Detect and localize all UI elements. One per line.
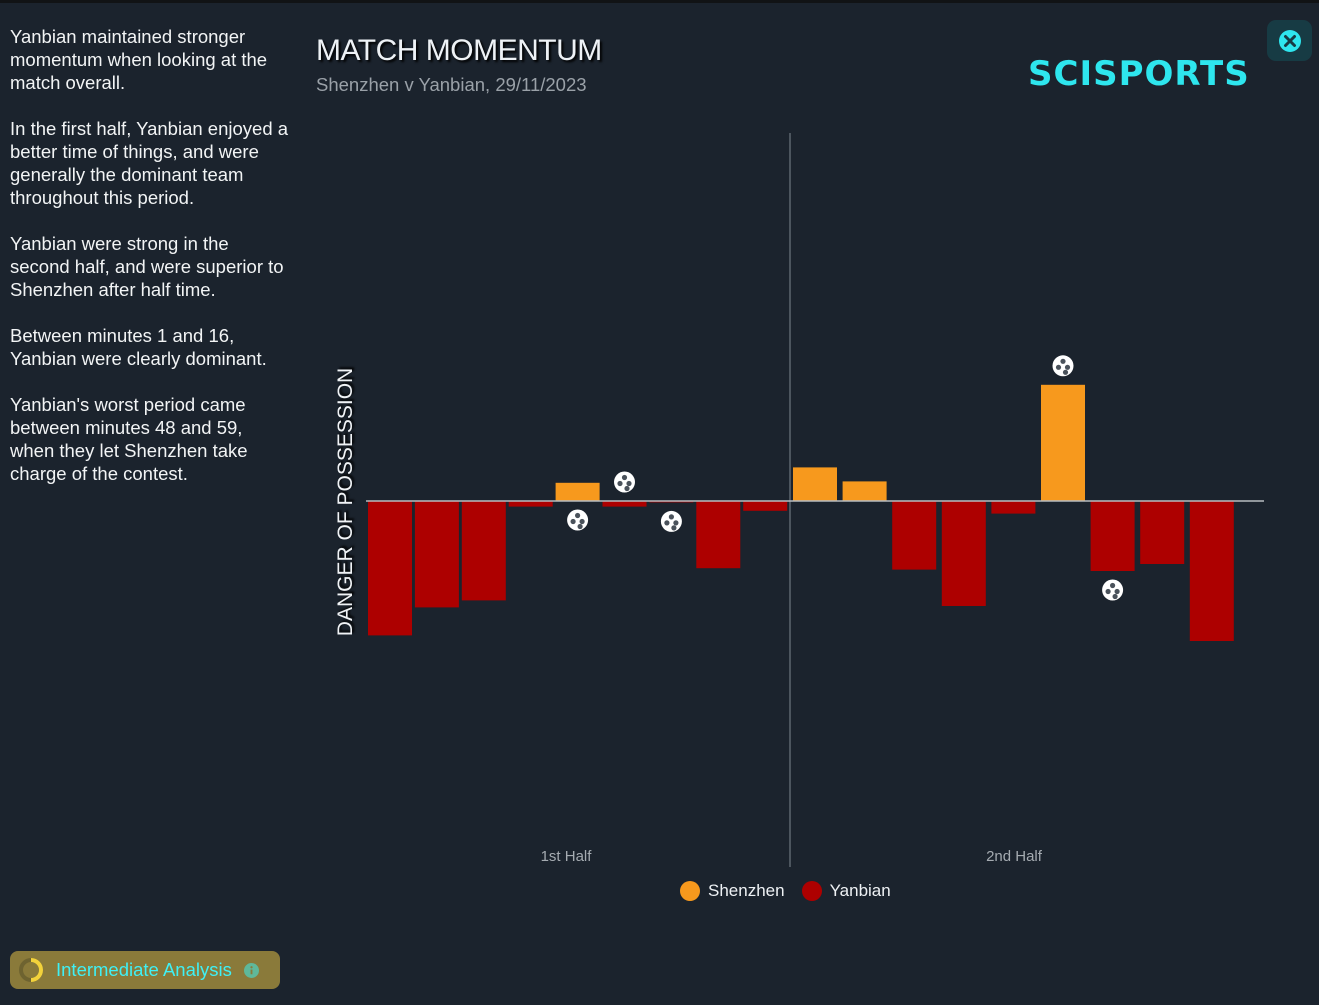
bar-yanbian[interactable] [461, 501, 506, 601]
legend-item-shenzhen[interactable]: Shenzhen [680, 881, 785, 901]
bar-yanbian[interactable] [1189, 501, 1234, 641]
bar-yanbian[interactable] [941, 501, 986, 606]
legend-item-yanbian[interactable]: Yanbian [801, 881, 891, 901]
bar-yanbian[interactable] [368, 501, 412, 636]
legend-swatch [680, 881, 700, 901]
analysis-level-badge[interactable]: Intermediate Analysis [10, 951, 280, 989]
bar-shenzhen[interactable] [1041, 384, 1085, 501]
badge-label: Intermediate Analysis [56, 959, 232, 980]
goal-ball-icon [614, 471, 635, 493]
bar-yanbian[interactable] [696, 501, 741, 569]
bar-yanbian[interactable] [991, 501, 1036, 514]
info-icon[interactable] [243, 962, 259, 978]
chart-legend: Shenzhen Yanbian [680, 881, 908, 901]
momentum-chart [366, 133, 1264, 867]
legend-swatch [801, 881, 822, 901]
bar-yanbian[interactable] [743, 501, 788, 511]
goal-ball-icon [660, 510, 682, 532]
bar-shenzhen[interactable] [842, 481, 887, 501]
bar-shenzhen[interactable] [555, 482, 600, 501]
legend-label: Yanbian [829, 881, 891, 900]
bar-yanbian[interactable] [1090, 501, 1135, 571]
progress-ring-icon [19, 958, 43, 982]
legend-label: Shenzhen [708, 881, 785, 900]
goal-ball-icon [567, 509, 589, 531]
second-half-label: 2nd Half [986, 848, 1042, 865]
bar-yanbian[interactable] [508, 501, 553, 507]
y-axis-label: DANGER OF POSSESSION [334, 367, 357, 637]
bar-shenzhen[interactable] [793, 467, 837, 501]
goal-ball-icon [1102, 579, 1124, 601]
bar-yanbian[interactable] [892, 501, 937, 570]
goal-ball-icon [1052, 355, 1074, 377]
bar-yanbian[interactable] [602, 501, 647, 507]
first-half-label: 1st Half [540, 848, 592, 865]
bar-yanbian[interactable] [1140, 501, 1185, 564]
bar-yanbian[interactable] [414, 501, 459, 608]
